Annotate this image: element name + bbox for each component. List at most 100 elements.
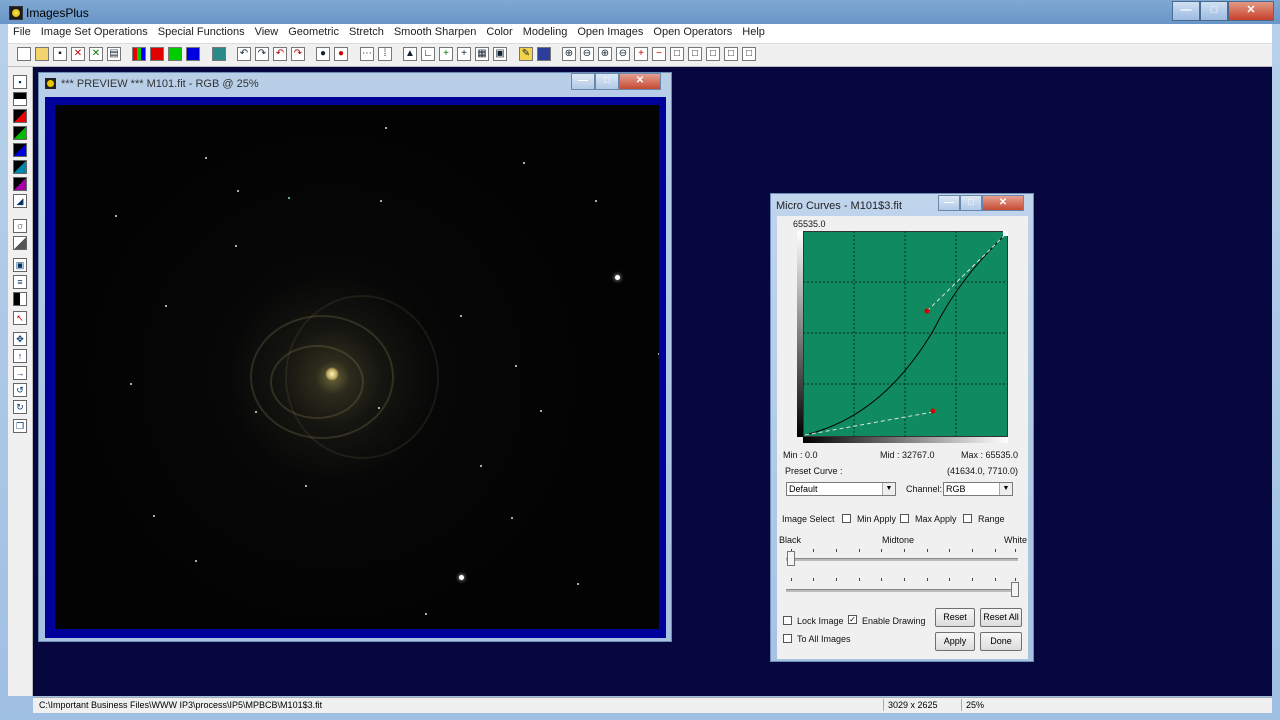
range-checkbox[interactable] xyxy=(963,514,972,523)
menu-file[interactable]: File xyxy=(8,24,36,43)
max-apply-checkbox[interactable] xyxy=(900,514,909,523)
menu-modeling[interactable]: Modeling xyxy=(518,24,573,43)
arrow-right-icon[interactable]: → xyxy=(13,366,27,380)
new-file-icon[interactable] xyxy=(17,47,31,61)
zoom-actual-icon[interactable]: ⊖ xyxy=(616,47,630,61)
menu-image-set-operations[interactable]: Image Set Operations xyxy=(36,24,153,43)
curves-maximize-button[interactable]: □ xyxy=(960,195,982,211)
zoom-plus-icon[interactable]: + xyxy=(634,47,648,61)
cyan-level-icon[interactable] xyxy=(13,160,27,174)
menu-special-functions[interactable]: Special Functions xyxy=(153,24,250,43)
redo-all-icon[interactable]: ↷ xyxy=(291,47,305,61)
rotate-left-icon[interactable]: ↺ xyxy=(13,383,27,397)
close-button[interactable]: ✕ xyxy=(1228,1,1274,21)
galaxy-image[interactable] xyxy=(55,105,659,629)
preview-minimize-button[interactable]: — xyxy=(571,73,595,90)
corner-icon[interactable]: ◢ xyxy=(13,194,27,208)
magenta-level-icon[interactable] xyxy=(13,177,27,191)
pencil-icon[interactable]: ✎ xyxy=(519,47,533,61)
control-point-low[interactable] xyxy=(930,408,936,414)
red-channel-icon[interactable] xyxy=(150,47,164,61)
zoom-minus-icon[interactable]: − xyxy=(652,47,666,61)
frame-5-icon[interactable]: □ xyxy=(742,47,756,61)
green-channel-icon[interactable] xyxy=(168,47,182,61)
lock-image-checkbox[interactable] xyxy=(783,616,792,625)
minimize-button[interactable]: — xyxy=(1172,1,1200,21)
menu-help[interactable]: Help xyxy=(737,24,770,43)
maximize-button[interactable]: □ xyxy=(1200,1,1228,21)
curve-editor-grid[interactable] xyxy=(803,231,1008,437)
preview-close-button[interactable]: ✕ xyxy=(619,73,661,90)
zoom-out-icon[interactable]: ⊖ xyxy=(580,47,594,61)
grid-view-icon[interactable] xyxy=(537,47,551,61)
select-tool-icon[interactable]: ↖ xyxy=(13,311,27,325)
gamma-icon[interactable]: σ xyxy=(13,219,27,233)
add-icon[interactable]: + xyxy=(439,47,453,61)
menu-smooth-sharpen[interactable]: Smooth Sharpen xyxy=(389,24,482,43)
blue-target-icon[interactable]: ● xyxy=(316,47,330,61)
frame-2-icon[interactable]: □ xyxy=(688,47,702,61)
menu-color[interactable]: Color xyxy=(481,24,517,43)
menu-view[interactable]: View xyxy=(250,24,284,43)
zoom-in-icon[interactable]: ⊕ xyxy=(562,47,576,61)
align-icon[interactable]: ≡ xyxy=(13,275,27,289)
crosshair-icon[interactable]: + xyxy=(457,47,471,61)
open-folder-icon[interactable] xyxy=(35,47,49,61)
close-all-icon[interactable]: ✕ xyxy=(89,47,103,61)
reset-all-button[interactable]: Reset All xyxy=(980,608,1022,627)
dots-icon[interactable]: ⋯ xyxy=(360,47,374,61)
frame-4-icon[interactable]: □ xyxy=(724,47,738,61)
menu-stretch[interactable]: Stretch xyxy=(344,24,389,43)
control-point-high[interactable] xyxy=(924,308,930,314)
curves-minimize-button[interactable]: — xyxy=(938,195,960,211)
save-icon[interactable]: ▪ xyxy=(53,47,67,61)
enable-drawing-checkbox[interactable]: ✓ xyxy=(848,615,857,624)
green-level-icon[interactable] xyxy=(13,126,27,140)
menu-geometric[interactable]: Geometric xyxy=(283,24,344,43)
gradient-icon[interactable] xyxy=(13,236,27,250)
menu-open-operators[interactable]: Open Operators xyxy=(648,24,737,43)
curves-close-button[interactable]: ✕ xyxy=(982,195,1024,211)
rgb-channels-icon[interactable] xyxy=(132,47,146,61)
undo-all-icon[interactable]: ↶ xyxy=(273,47,287,61)
table-icon[interactable]: ▦ xyxy=(475,47,489,61)
save-icon-left[interactable]: ▪ xyxy=(13,75,27,89)
redo-icon[interactable]: ↷ xyxy=(255,47,269,61)
preview-maximize-button[interactable]: □ xyxy=(595,73,619,90)
copy-icon[interactable]: ❐ xyxy=(13,419,27,433)
min-apply-checkbox[interactable] xyxy=(842,514,851,523)
target-box-icon[interactable]: ▣ xyxy=(13,258,27,272)
arrow-up-icon[interactable]: ↑ xyxy=(13,349,27,363)
black-level-icon[interactable] xyxy=(13,92,27,106)
preset-curve-select[interactable]: Default ▼ xyxy=(786,482,896,496)
frame-1-icon[interactable]: □ xyxy=(670,47,684,61)
frame-3-icon[interactable]: □ xyxy=(706,47,720,61)
left-toolbar: ▪ ◢ σ ▣ ≡ ↖ ✥ ↑ → ↺ ↻ ❐ xyxy=(8,67,33,696)
blue-channel-icon[interactable] xyxy=(186,47,200,61)
reset-button[interactable]: Reset xyxy=(935,608,975,627)
print-icon[interactable]: ▤ xyxy=(107,47,121,61)
curve-endpoint[interactable] xyxy=(1003,231,1008,236)
red-target-icon[interactable]: ● xyxy=(334,47,348,61)
image-icon[interactable]: ▣ xyxy=(493,47,507,61)
horizontal-gradient-bar xyxy=(803,437,1008,443)
to-all-images-checkbox[interactable] xyxy=(783,634,792,643)
blue-level-icon[interactable] xyxy=(13,143,27,157)
close-image-icon[interactable]: ✕ xyxy=(71,47,85,61)
histogram-icon[interactable]: ▲ xyxy=(403,47,417,61)
split-icon[interactable] xyxy=(13,292,27,306)
star-points-icon[interactable]: ⁞ xyxy=(378,47,392,61)
axes-icon[interactable]: ∟ xyxy=(421,47,435,61)
channel-select[interactable]: RGB ▼ xyxy=(943,482,1013,496)
done-button[interactable]: Done xyxy=(980,632,1022,651)
move-icon[interactable]: ✥ xyxy=(13,332,27,346)
black-point-thumb[interactable] xyxy=(787,551,795,566)
zoom-fit-icon[interactable]: ⊕ xyxy=(598,47,612,61)
white-point-thumb[interactable] xyxy=(1011,582,1019,597)
red-level-icon[interactable] xyxy=(13,109,27,123)
grid-icon[interactable] xyxy=(212,47,226,61)
apply-button[interactable]: Apply xyxy=(935,632,975,651)
rotate-right-icon[interactable]: ↻ xyxy=(13,400,27,414)
undo-icon[interactable]: ↶ xyxy=(237,47,251,61)
menu-open-images[interactable]: Open Images xyxy=(572,24,648,43)
